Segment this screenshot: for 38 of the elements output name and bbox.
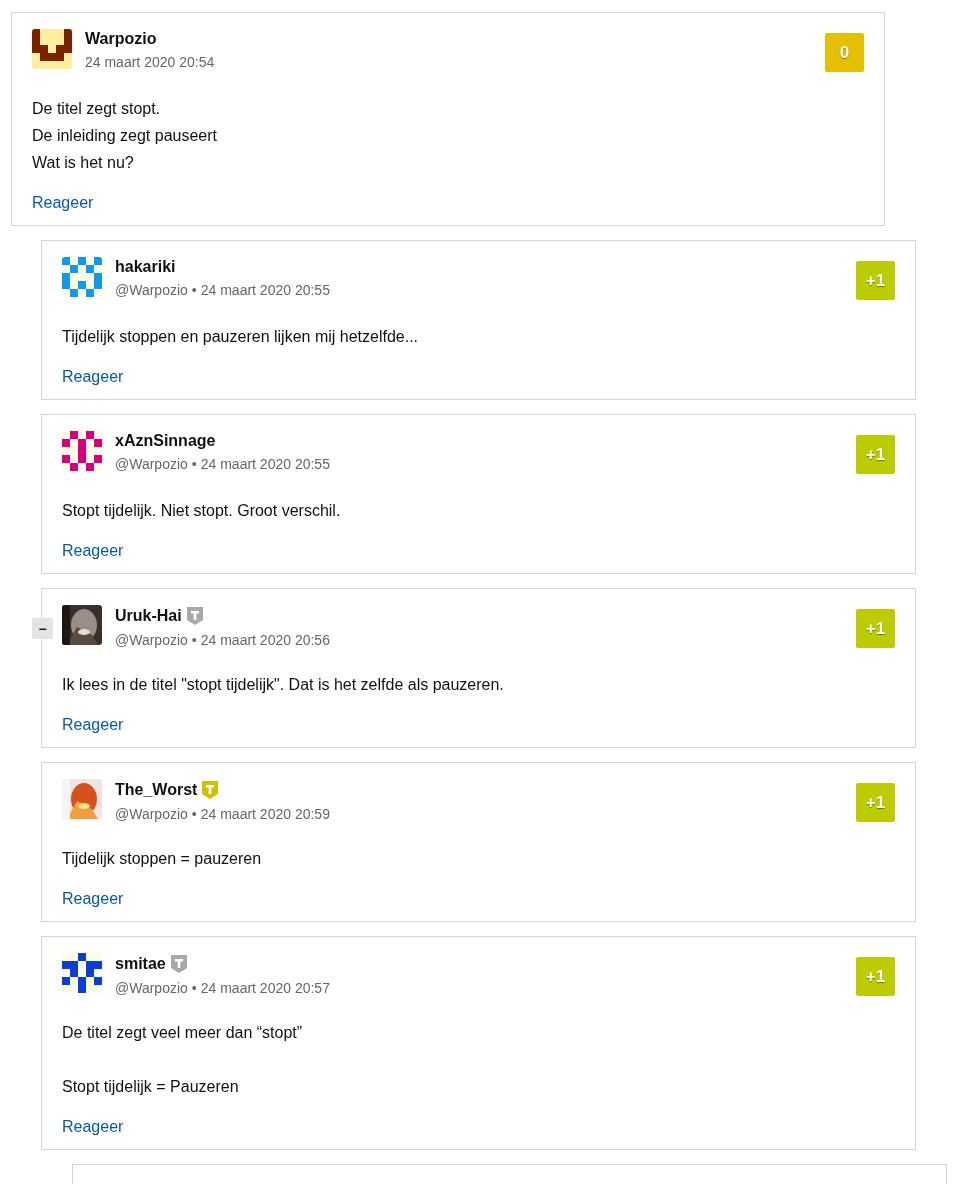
- comment-text: De titel zegt stopt.: [32, 99, 162, 119]
- separator: •: [191, 282, 197, 298]
- comment-text: De inleiding zegt pauseert: [32, 126, 218, 146]
- comment-text: Ik lees in de titel "stopt tijdelijk". Dat is het zelfde als pauzeren.: [62, 675, 505, 695]
- comment-date: 24 maart 2020 20:56: [200, 632, 330, 648]
- reply-link[interactable]: Reageer: [62, 714, 124, 736]
- comment-date: 24 maart 2020 20:54: [85, 54, 215, 70]
- mention[interactable]: @Warpozio: [115, 282, 188, 298]
- comment-text: Tijdelijk stoppen = pauzeren: [62, 849, 263, 869]
- author-name[interactable]: Warpozio: [85, 30, 157, 48]
- comment-date: 24 maart 2020 20:55: [200, 456, 330, 472]
- comment-text: Tijdelijk stoppen en pauzeren lijken mij hetzelfde...: [62, 327, 420, 347]
- reply-link[interactable]: Reageer: [62, 1116, 124, 1138]
- author-name[interactable]: smitae: [115, 955, 166, 973]
- comment-text: Stopt tijdelijk. Niet stopt. Groot verschil.: [62, 501, 342, 521]
- author-name[interactable]: The_Worst: [115, 781, 198, 799]
- author-name[interactable]: hakariki: [115, 258, 176, 276]
- mention[interactable]: @Warpozio: [115, 980, 188, 996]
- reply-link[interactable]: Reageer: [62, 540, 124, 562]
- author-name[interactable]: Uruk-Hai: [115, 607, 182, 625]
- comment-text: Wat is het nu?: [32, 153, 135, 173]
- comment-date: 24 maart 2020 20:59: [200, 806, 330, 822]
- comment-date: 24 maart 2020 20:57: [200, 980, 330, 996]
- author-name[interactable]: xAznSinnage: [115, 432, 216, 450]
- reply-link[interactable]: Reageer: [32, 192, 94, 214]
- mention[interactable]: @Warpozio: [115, 806, 188, 822]
- separator: •: [191, 632, 197, 648]
- mention[interactable]: @Warpozio: [115, 632, 188, 648]
- reply-link[interactable]: Reageer: [62, 888, 124, 910]
- comment-date: 24 maart 2020 20:55: [200, 282, 330, 298]
- mention[interactable]: @Warpozio: [115, 456, 188, 472]
- comment-text: Stopt tijdelijk = Pauzeren: [62, 1077, 240, 1097]
- collapse-button[interactable]: −: [32, 618, 53, 639]
- reply-link[interactable]: Reageer: [62, 366, 124, 388]
- comment-text: De titel zegt veel meer dan “stopt”: [62, 1023, 304, 1043]
- separator: •: [191, 806, 197, 822]
- separator: •: [191, 456, 197, 472]
- separator: •: [191, 980, 197, 996]
